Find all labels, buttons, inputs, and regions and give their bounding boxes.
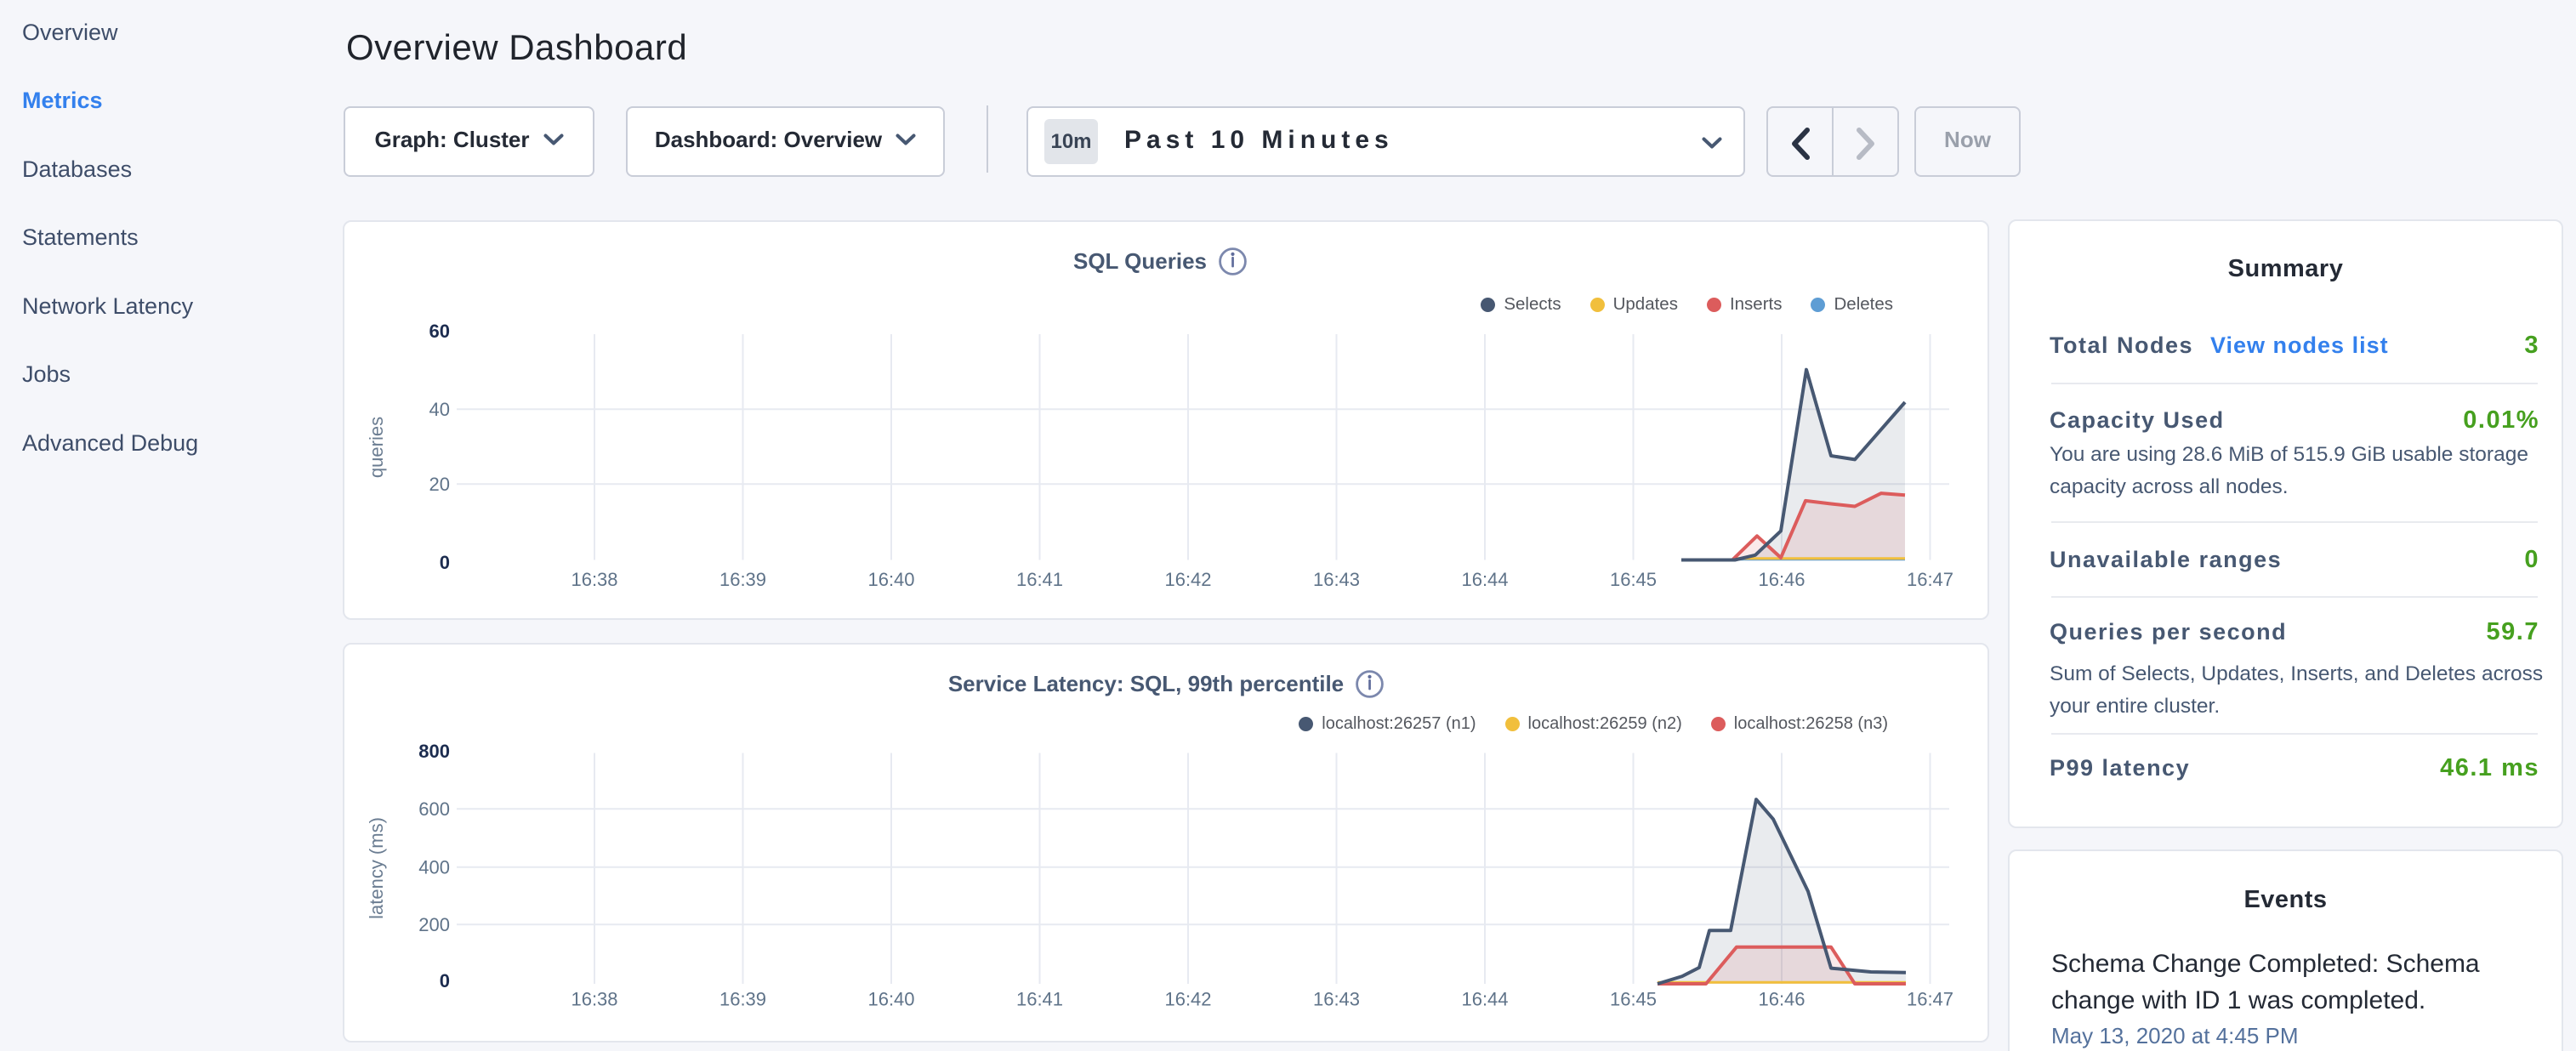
svg-text:16:38: 16:38 [571, 569, 617, 590]
svg-text:16:44: 16:44 [1461, 569, 1508, 590]
svg-text:16:41: 16:41 [1016, 988, 1063, 1009]
svg-text:16:42: 16:42 [1164, 569, 1211, 590]
svg-text:600: 600 [418, 798, 450, 820]
svg-text:16:47: 16:47 [1907, 569, 1953, 590]
svg-text:16:43: 16:43 [1313, 988, 1360, 1009]
svg-text:16:39: 16:39 [719, 569, 766, 590]
svg-text:16:46: 16:46 [1758, 988, 1805, 1009]
svg-text:latency (ms): latency (ms) [366, 817, 387, 919]
svg-text:16:44: 16:44 [1461, 988, 1508, 1009]
svg-text:40: 40 [429, 399, 450, 420]
svg-text:0: 0 [440, 970, 450, 991]
svg-text:16:39: 16:39 [719, 988, 766, 1009]
svg-text:200: 200 [418, 914, 450, 935]
svg-text:16:45: 16:45 [1610, 569, 1657, 590]
svg-text:60: 60 [429, 321, 450, 342]
svg-text:20: 20 [429, 474, 450, 495]
svg-text:16:38: 16:38 [571, 988, 617, 1009]
svg-text:16:47: 16:47 [1907, 988, 1953, 1009]
svg-text:16:46: 16:46 [1758, 569, 1805, 590]
svg-text:800: 800 [418, 741, 450, 762]
svg-text:queries: queries [366, 417, 387, 478]
svg-text:16:40: 16:40 [867, 988, 914, 1009]
svg-text:16:40: 16:40 [867, 569, 914, 590]
svg-text:16:43: 16:43 [1313, 569, 1360, 590]
svg-text:16:41: 16:41 [1016, 569, 1063, 590]
svg-text:0: 0 [440, 552, 450, 573]
svg-text:16:45: 16:45 [1610, 988, 1657, 1009]
svg-text:16:42: 16:42 [1164, 988, 1211, 1009]
svg-text:400: 400 [418, 857, 450, 878]
